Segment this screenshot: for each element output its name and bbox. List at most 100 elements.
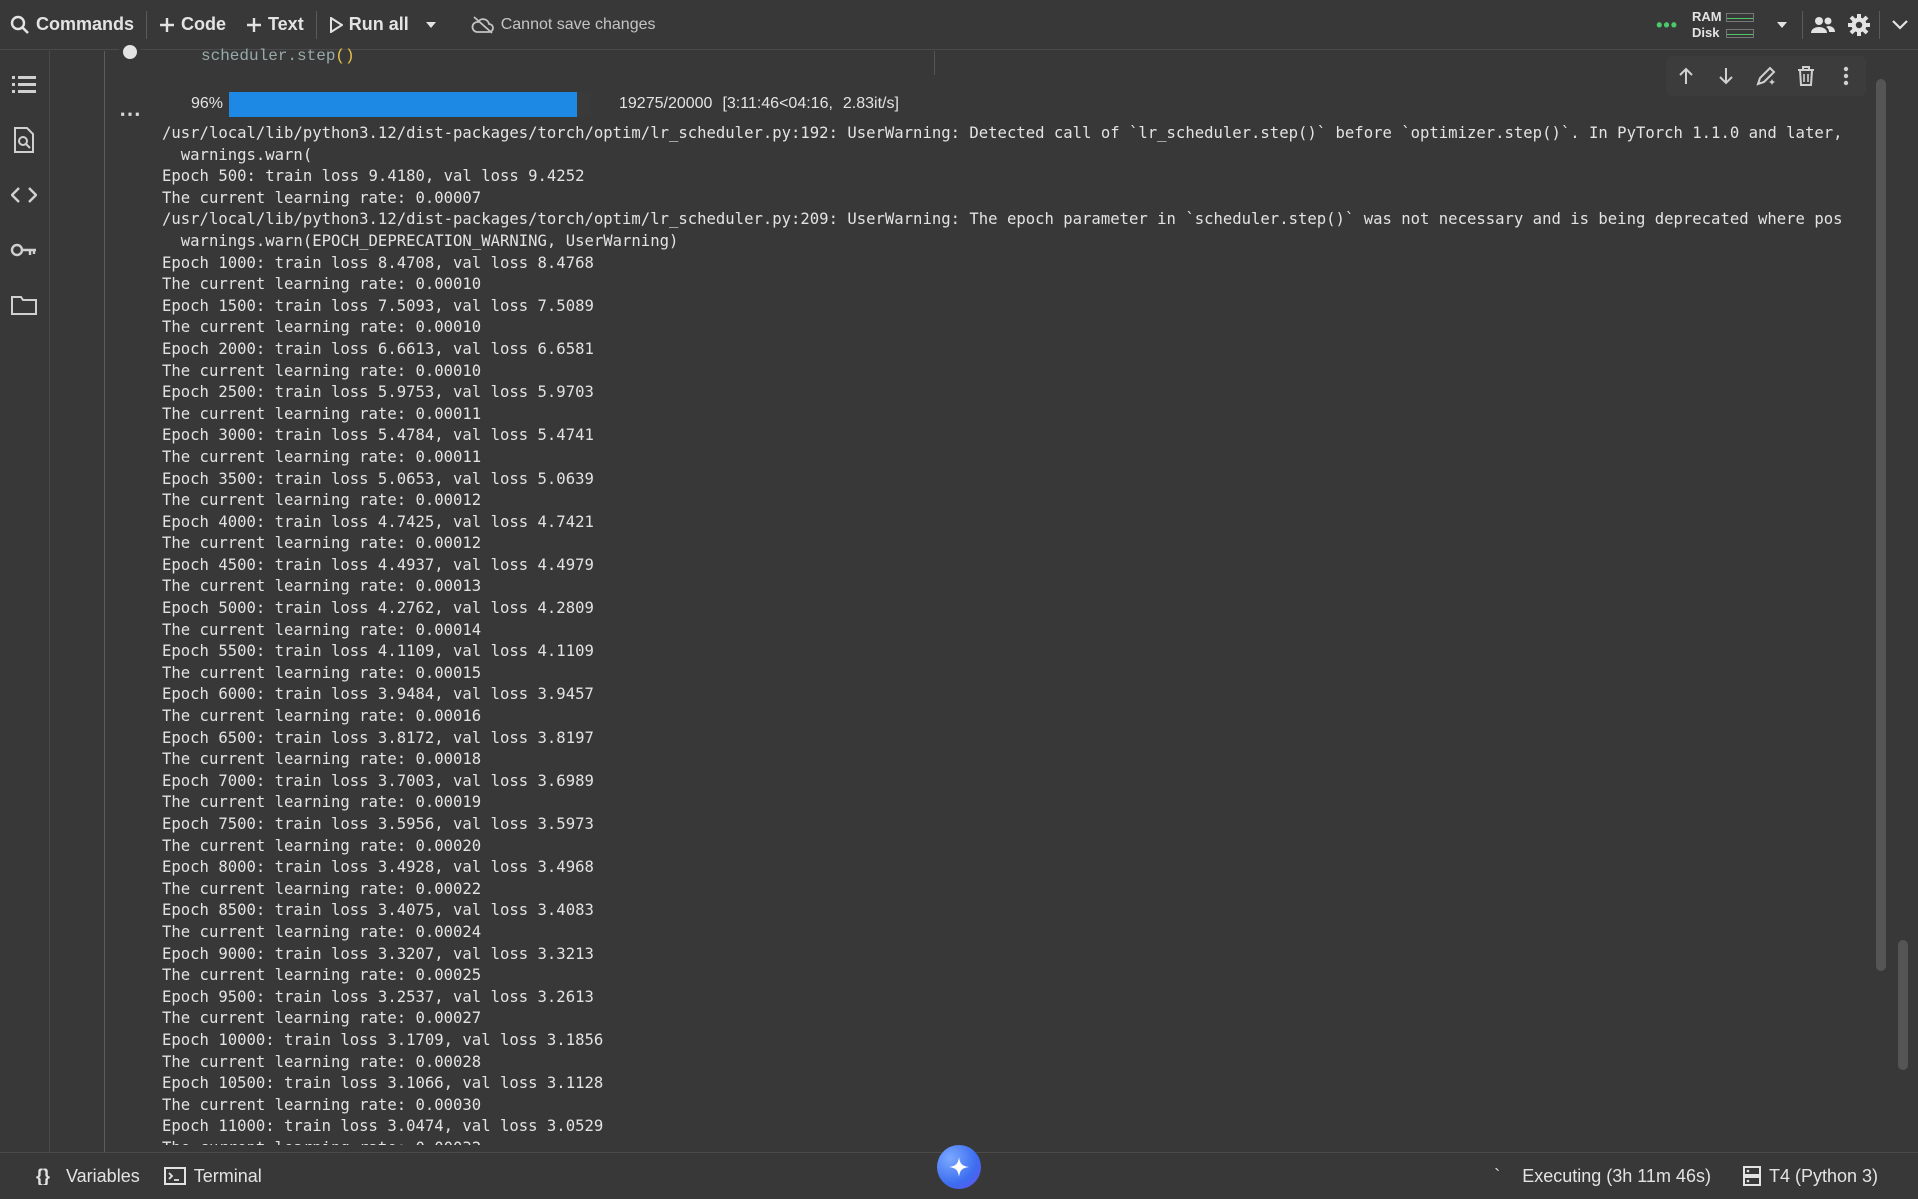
find-icon [14,127,34,153]
run-options-dropdown[interactable] [419,7,443,43]
cell-output[interactable]: /usr/local/lib/python3.12/dist-packages/… [162,123,1882,1145]
run-all-button[interactable]: Run all [319,8,419,42]
find-replace-button[interactable] [6,122,42,158]
users-icon [1811,17,1835,33]
code-cell: scheduler.step() ⋯ 96% 19275/20000 [3:11… [104,41,1908,1152]
add-text-label: Text [268,14,304,34]
terminal-icon [163,1167,186,1185]
toolbar-divider [1879,11,1880,39]
runtime-info-button[interactable]: T4 (Python 3) [1731,1166,1890,1187]
move-cell-down-button[interactable] [1708,58,1744,94]
output-line: The current learning rate: 0.00027 [162,1009,482,1028]
output-line: Epoch 7500: train loss 3.5956, val loss … [162,815,594,833]
output-line: warnings.warn(EPOCH_DEPRECATION_WARNING,… [162,231,679,250]
toolbar: Commands Code Text Run all Cannot save c… [0,0,1918,50]
chevron-down-icon [1777,22,1787,28]
commands-label: Commands [36,14,135,34]
plus-icon [160,17,175,32]
add-code-label: Code [181,14,227,34]
output-line: The current learning rate: 0.00020 [162,836,482,855]
output-line: The current learning rate: 0.00025 [162,966,482,985]
output-line: The current learning rate: 0.00022 [162,879,482,898]
connection-status-icon[interactable]: ••• [1656,15,1678,36]
output-line: Epoch 1500: train loss 7.5093, val loss … [162,296,594,315]
output-line: Epoch 11000: train loss 3.0474, val loss… [162,1117,604,1136]
backtick-indicator: ` [1494,1165,1501,1186]
folder-icon [11,296,37,315]
output-line: The current learning rate: 0.00010 [162,275,482,294]
cannot-save-label: Cannot save changes [500,15,656,33]
more-cell-actions-button[interactable] [1828,58,1864,94]
runtime-label: T4 (Python 3) [1768,1165,1878,1186]
chevron-down-icon [1892,20,1908,30]
execution-status[interactable]: Executing (3h 11m 46s) [1510,1166,1723,1187]
output-line: Epoch 8500: train loss 3.4075, val loss … [162,901,594,920]
table-of-contents-button[interactable] [6,67,42,103]
move-cell-up-button[interactable] [1668,58,1704,94]
stop-execution-button[interactable] [119,41,141,63]
cell-toolbar [1666,56,1866,96]
cloud-off-icon [471,15,494,34]
toolbar-right: ••• RAM Disk [1656,0,1918,50]
braces-icon: {} [36,1167,50,1185]
search-icon [10,15,29,34]
output-line: The current learning rate: 0.00010 [162,361,482,380]
code-snippets-button[interactable] [6,177,42,213]
output-line: Epoch 9500: train loss 3.2537, val loss … [162,987,594,1006]
output-line: /usr/local/lib/python3.12/dist-packages/… [162,210,1843,229]
add-code-button[interactable]: Code [149,8,236,42]
toolbar-divider [315,10,317,39]
add-text-button[interactable]: Text [236,8,314,42]
trash-icon [1798,66,1814,86]
share-users-button[interactable] [1805,7,1841,43]
progress-timing: [3:11:46<04:16, [722,95,833,112]
code-line: scheduler.step() [201,47,355,65]
disk-label: Disk [1692,25,1720,40]
output-actions-button[interactable]: ⋯ [119,101,142,127]
toolbar-divider [1802,11,1803,39]
notebook-scrollbar[interactable] [1898,940,1908,1070]
output-line: Epoch 6000: train loss 3.9484, val loss … [162,685,594,704]
commands-button[interactable]: Commands [0,8,144,42]
notebook-area: scheduler.step() ⋯ 96% 19275/20000 [3:11… [50,41,1918,1152]
output-line: The current learning rate: 0.00010 [162,318,482,337]
delete-cell-button[interactable] [1788,58,1824,94]
output-scrollbar[interactable] [1876,79,1886,971]
output-line: The current learning rate: 0.00011 [162,447,482,466]
resource-monitor[interactable]: RAM Disk [1692,9,1754,41]
gemini-button[interactable] [937,1145,981,1189]
variables-button[interactable]: {} Variables [24,1166,152,1187]
output-line: warnings.warn( [162,145,313,164]
output-line: Epoch 3500: train loss 5.0653, val loss … [162,469,594,488]
output-line: Epoch 2500: train loss 5.9753, val loss … [162,383,594,402]
progress-bar-fill [229,91,577,117]
progress-percent: 96% [190,95,223,112]
cannot-save-indicator[interactable]: Cannot save changes [461,8,666,42]
status-right: ` Executing (3h 11m 46s) T4 (Python 3) [1494,1153,1918,1199]
secrets-button[interactable] [6,232,42,268]
output-line: The current learning rate: 0.00019 [162,793,482,812]
output-line: Epoch 5000: train loss 4.2762, val loss … [162,599,594,618]
files-button[interactable] [6,287,42,323]
code-editor-stub[interactable]: scheduler.step() [105,47,935,75]
output-line: The current learning rate: 0.00018 [162,750,482,769]
output-line: The current learning rate: 0.00028 [162,1052,482,1071]
output-line: The current learning rate: 0.00007 [162,188,482,207]
server-icon [1742,1166,1761,1186]
output-line: Epoch 4500: train loss 4.4937, val loss … [162,555,594,574]
progress-count: 19275/20000 [619,95,713,112]
settings-button[interactable] [1841,7,1877,43]
runtime-dropdown[interactable] [1764,7,1800,43]
output-line: Epoch 5500: train loss 4.1109, val loss … [162,642,594,661]
execution-status-label: Executing (3h 11m 46s) [1522,1165,1711,1186]
collapse-header-button[interactable] [1882,7,1918,43]
toc-icon [12,76,36,93]
key-icon [10,243,36,257]
terminal-label: Terminal [193,1165,262,1186]
edit-cell-button[interactable] [1748,58,1784,94]
output-line: /usr/local/lib/python3.12/dist-packages/… [162,124,1843,142]
progress-info: 19275/20000 [3:11:46<04:16, 2.83it/s] [619,95,909,113]
sparkle-icon [949,1157,969,1177]
terminal-button[interactable]: Terminal [152,1166,274,1187]
output-line: Epoch 3000: train loss 5.4784, val loss … [162,426,594,445]
